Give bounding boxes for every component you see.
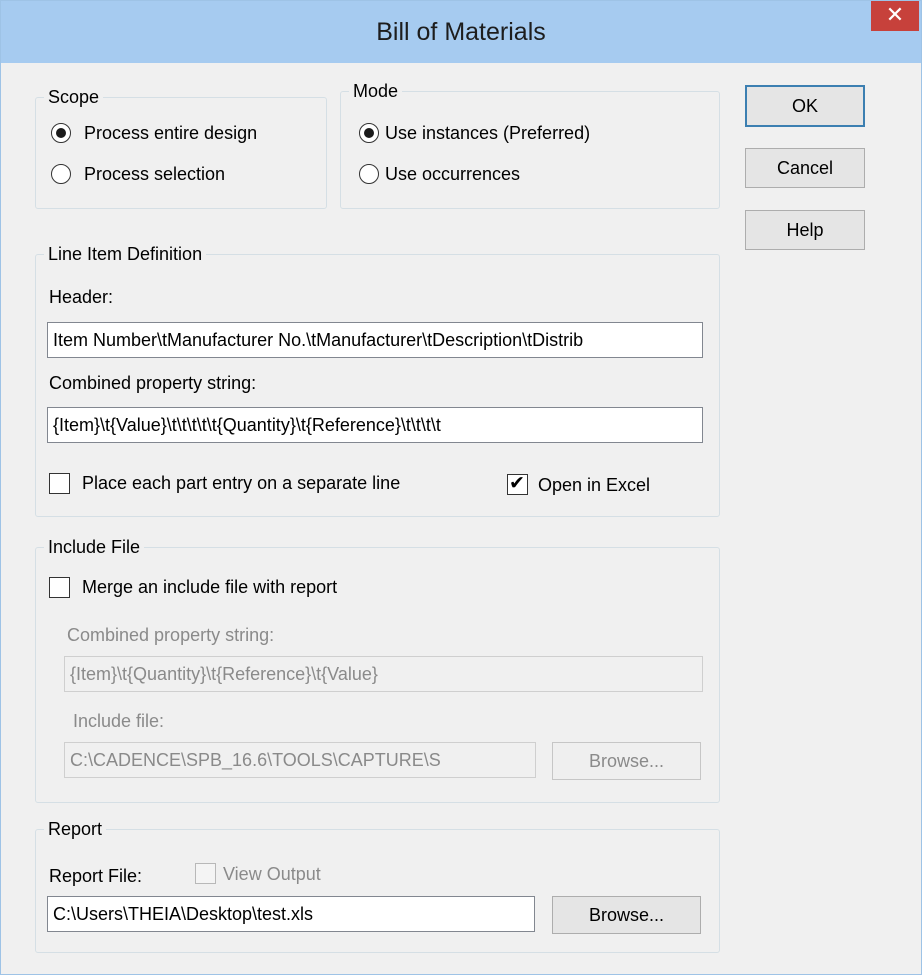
include-file-group: Include File Merge an include file with … [35, 536, 720, 803]
dialog-title: Bill of Materials [376, 18, 546, 46]
use-occurrences-radio[interactable] [359, 164, 379, 184]
report-browse-button[interactable]: Browse... [552, 896, 701, 934]
close-icon: ✕ [885, 2, 905, 27]
report-legend: Report [44, 818, 107, 840]
cancel-button[interactable]: Cancel [745, 148, 865, 188]
ok-button[interactable]: OK [745, 85, 865, 127]
separate-line-checkbox[interactable] [49, 473, 70, 494]
scope-legend: Scope [44, 86, 104, 108]
include-file-legend: Include File [44, 536, 145, 558]
include-file-label: Include file: [73, 711, 165, 731]
separate-line-label[interactable]: Place each part entry on a separate line [82, 472, 400, 494]
report-group: Report Report File: View Output C:\Users… [35, 818, 720, 953]
open-in-excel-checkbox[interactable] [507, 472, 528, 496]
use-instances-radio[interactable] [359, 123, 379, 143]
combined-property-string-input[interactable]: {Item}\t{Value}\t\t\t\t\t{Quantity}\t{Re… [47, 407, 703, 443]
report-file-input[interactable]: C:\Users\THEIA\Desktop\test.xls [47, 896, 535, 932]
line-item-definition-group: Line Item Definition Header: Item Number… [35, 243, 720, 517]
scope-group: Scope Process entire design Process sele… [35, 86, 327, 209]
process-entire-design-label[interactable]: Process entire design [84, 122, 257, 144]
bill-of-materials-dialog: Bill of Materials ✕ Scope Process entire… [0, 0, 922, 975]
report-file-label: Report File: [49, 866, 143, 886]
process-selection-radio[interactable] [51, 164, 71, 184]
header-label: Header: [49, 287, 114, 307]
include-combined-property-string-input[interactable]: {Item}\t{Quantity}\t{Reference}\t{Value} [64, 656, 703, 692]
merge-include-file-checkbox[interactable] [49, 577, 70, 598]
view-output-checkbox[interactable] [195, 863, 216, 884]
include-file-browse-button[interactable]: Browse... [552, 742, 701, 780]
close-button[interactable]: ✕ [871, 1, 919, 31]
header-input[interactable]: Item Number\tManufacturer No.\tManufactu… [47, 322, 703, 358]
line-item-definition-legend: Line Item Definition [44, 243, 207, 265]
title-bar[interactable]: Bill of Materials ✕ [1, 1, 921, 63]
merge-include-file-label[interactable]: Merge an include file with report [82, 576, 337, 598]
view-output-label: View Output [223, 864, 321, 884]
help-button[interactable]: Help [745, 210, 865, 250]
process-entire-design-radio[interactable] [51, 123, 71, 143]
process-selection-label[interactable]: Process selection [84, 163, 225, 185]
include-file-input[interactable]: C:\CADENCE\SPB_16.6\TOOLS\CAPTURE\S [64, 742, 536, 778]
include-combined-property-string-label: Combined property string: [67, 625, 275, 645]
use-occurrences-label[interactable]: Use occurrences [385, 163, 520, 185]
open-in-excel-label[interactable]: Open in Excel [538, 474, 650, 496]
combined-property-string-label: Combined property string: [49, 373, 257, 393]
use-instances-label[interactable]: Use instances (Preferred) [385, 122, 590, 144]
mode-legend: Mode [349, 80, 403, 102]
mode-group: Mode Use instances (Preferred) Use occur… [340, 80, 720, 209]
